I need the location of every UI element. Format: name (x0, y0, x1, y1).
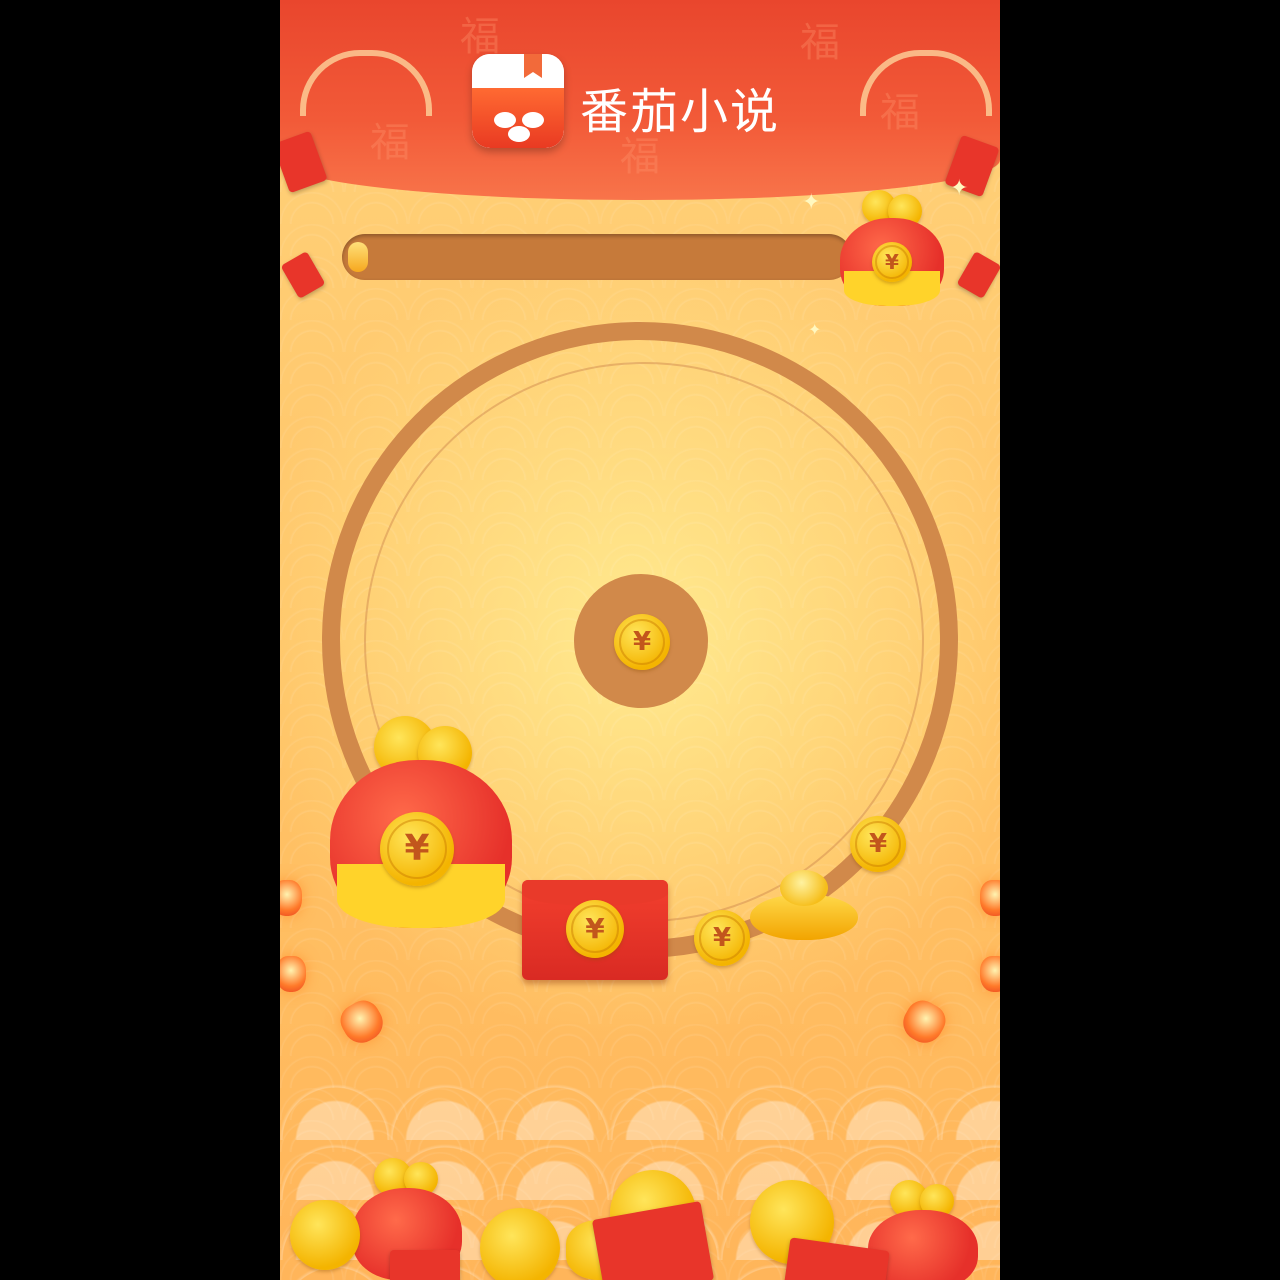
sparkle-icon: ✦ (808, 320, 822, 339)
lantern-icon (980, 880, 1000, 916)
reward-lucky-bag-icon[interactable]: ¥ (840, 190, 944, 306)
game-screen: 福 福 福 福 福 番茄小说 ¥ ✦ ✦ ✦ ¥ ¥ ¥ ¥ ¥ (280, 0, 1000, 1280)
lantern-icon (980, 956, 1000, 992)
coin-prize-icon[interactable]: ¥ (694, 910, 750, 966)
red-envelope-pile-icon (390, 1250, 460, 1280)
progress-bar (342, 234, 852, 280)
yuan-coin-icon: ¥ (872, 242, 912, 282)
app-brand-name: 番茄小说 (580, 84, 781, 140)
red-envelope-prize-icon[interactable]: ¥ (522, 880, 668, 980)
fu-pattern: 福 (370, 120, 410, 166)
fu-pattern: 福 (800, 20, 840, 66)
progress-fill (348, 242, 368, 272)
cloud-swirl-icon (860, 50, 992, 116)
center-coin-icon[interactable]: ¥ (614, 614, 670, 670)
sparkle-icon: ✦ (950, 176, 969, 201)
coin-prize-icon[interactable]: ¥ (850, 816, 906, 872)
app-logo-icon (472, 54, 564, 148)
yuan-coin-icon: ¥ (380, 812, 454, 886)
lucky-bag-prize-icon[interactable]: ¥ (330, 716, 512, 928)
sparkle-icon: ✦ (802, 190, 821, 215)
coin-pile-icon (480, 1208, 560, 1280)
yuan-coin-icon: ¥ (566, 900, 624, 958)
lantern-icon (280, 956, 306, 992)
cloud-swirl-icon (300, 50, 432, 116)
gold-ingot-prize-icon[interactable] (750, 870, 858, 940)
coin-pile-icon (290, 1200, 360, 1270)
